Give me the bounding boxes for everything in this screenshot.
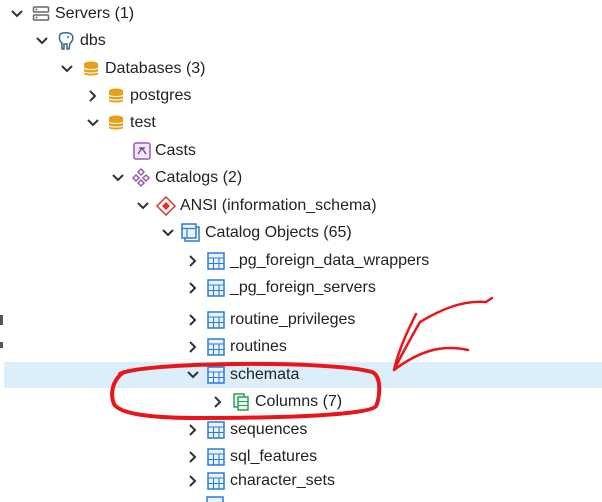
object-explorer-tree: Servers (1) dbs Databases (3) postgres t… bbox=[0, 0, 602, 502]
tree-node-servers[interactable]: Servers (1) bbox=[0, 1, 602, 27]
tree-node-label: Catalog Objects (65) bbox=[205, 224, 352, 241]
tree-node-label: sequences bbox=[230, 421, 308, 438]
table-icon bbox=[206, 310, 226, 330]
tree-node-server-dbs[interactable]: dbs bbox=[0, 28, 602, 54]
chevron-down-icon[interactable] bbox=[111, 171, 125, 185]
chevron-right-icon[interactable] bbox=[186, 313, 200, 327]
tree-node-table[interactable]: character_sets bbox=[0, 468, 602, 494]
catalogs-icon bbox=[131, 168, 151, 188]
tree-node-label: Servers (1) bbox=[55, 5, 135, 22]
tree-node-catalog-objects[interactable]: Catalog Objects (65) bbox=[0, 220, 602, 246]
databases-icon bbox=[81, 59, 101, 79]
tree-node-label: Casts bbox=[155, 142, 196, 159]
edge-mark bbox=[0, 315, 3, 325]
tree-node-table[interactable]: routines bbox=[0, 334, 602, 360]
chevron-right-icon[interactable] bbox=[186, 254, 200, 268]
tree-node-table-selected[interactable]: schemata bbox=[4, 362, 602, 388]
table-icon bbox=[206, 471, 226, 491]
tree-node-label: routine_privileges bbox=[230, 311, 356, 328]
tree-node-label: character_sets bbox=[230, 472, 335, 489]
chevron-down-icon[interactable] bbox=[136, 199, 150, 213]
tree-node-label: sql_features bbox=[230, 448, 318, 465]
edge-mark bbox=[0, 342, 3, 348]
chevron-down-icon[interactable] bbox=[35, 34, 49, 48]
table-icon bbox=[206, 365, 226, 385]
postgres-elephant-icon bbox=[56, 31, 76, 51]
chevron-down-icon[interactable] bbox=[60, 62, 74, 76]
table-icon bbox=[206, 278, 226, 298]
tree-node-databases[interactable]: Databases (3) bbox=[0, 56, 602, 82]
tree-node-columns[interactable]: Columns (7) bbox=[0, 389, 602, 415]
tree-node-label: Columns (7) bbox=[255, 393, 343, 410]
catalog-objects-icon bbox=[181, 223, 201, 243]
tree-node-label: Catalogs (2) bbox=[155, 169, 243, 186]
tree-node-label: Databases (3) bbox=[105, 60, 206, 77]
chevron-right-icon[interactable] bbox=[211, 395, 225, 409]
table-icon bbox=[206, 496, 224, 502]
chevron-right-icon[interactable] bbox=[86, 89, 100, 103]
table-icon bbox=[206, 251, 226, 271]
tree-node-label: _pg_foreign_servers bbox=[230, 279, 376, 296]
database-icon bbox=[106, 113, 126, 133]
chevron-down-icon[interactable] bbox=[161, 226, 175, 240]
chevron-down-icon[interactable] bbox=[186, 368, 200, 382]
table-icon bbox=[206, 447, 226, 467]
chevron-right-icon[interactable] bbox=[186, 423, 200, 437]
casts-icon bbox=[132, 141, 152, 161]
tree-node-table[interactable]: routine_privileges bbox=[0, 307, 602, 333]
tree-node-catalogs[interactable]: Catalogs (2) bbox=[0, 165, 602, 191]
catalog-icon bbox=[156, 196, 176, 216]
tree-node-db-postgres[interactable]: postgres bbox=[0, 83, 602, 109]
tree-node-table[interactable]: _pg_foreign_servers bbox=[0, 275, 602, 301]
tree-node-table[interactable]: _pg_foreign_data_wrappers bbox=[0, 248, 602, 274]
columns-icon bbox=[231, 392, 251, 412]
tree-node-label: ANSI (information_schema) bbox=[180, 197, 377, 214]
chevron-down-icon[interactable] bbox=[10, 7, 24, 21]
tree-node-label: dbs bbox=[80, 32, 106, 49]
chevron-right-icon[interactable] bbox=[186, 450, 200, 464]
table-icon bbox=[206, 420, 226, 440]
tree-node-label: test bbox=[130, 114, 156, 131]
tree-node-casts[interactable]: Casts bbox=[0, 138, 602, 164]
tree-node-label: postgres bbox=[130, 87, 192, 104]
tree-node-label: routines bbox=[230, 338, 287, 355]
tree-node-db-test[interactable]: test bbox=[0, 110, 602, 136]
tree-node-catalog-ansi[interactable]: ANSI (information_schema) bbox=[0, 193, 602, 219]
chevron-down-icon[interactable] bbox=[86, 116, 100, 130]
chevron-right-icon[interactable] bbox=[186, 474, 200, 488]
chevron-right-icon[interactable] bbox=[186, 281, 200, 295]
tree-node-table[interactable]: sql_features bbox=[0, 444, 602, 470]
database-icon bbox=[106, 86, 126, 106]
tree-node-table[interactable]: sequences bbox=[0, 417, 602, 443]
tree-node-label: schemata bbox=[230, 366, 300, 383]
tree-node-label: _pg_foreign_data_wrappers bbox=[230, 252, 430, 269]
chevron-right-icon[interactable] bbox=[186, 340, 200, 354]
table-icon bbox=[206, 337, 226, 357]
server-group-icon bbox=[31, 4, 51, 24]
